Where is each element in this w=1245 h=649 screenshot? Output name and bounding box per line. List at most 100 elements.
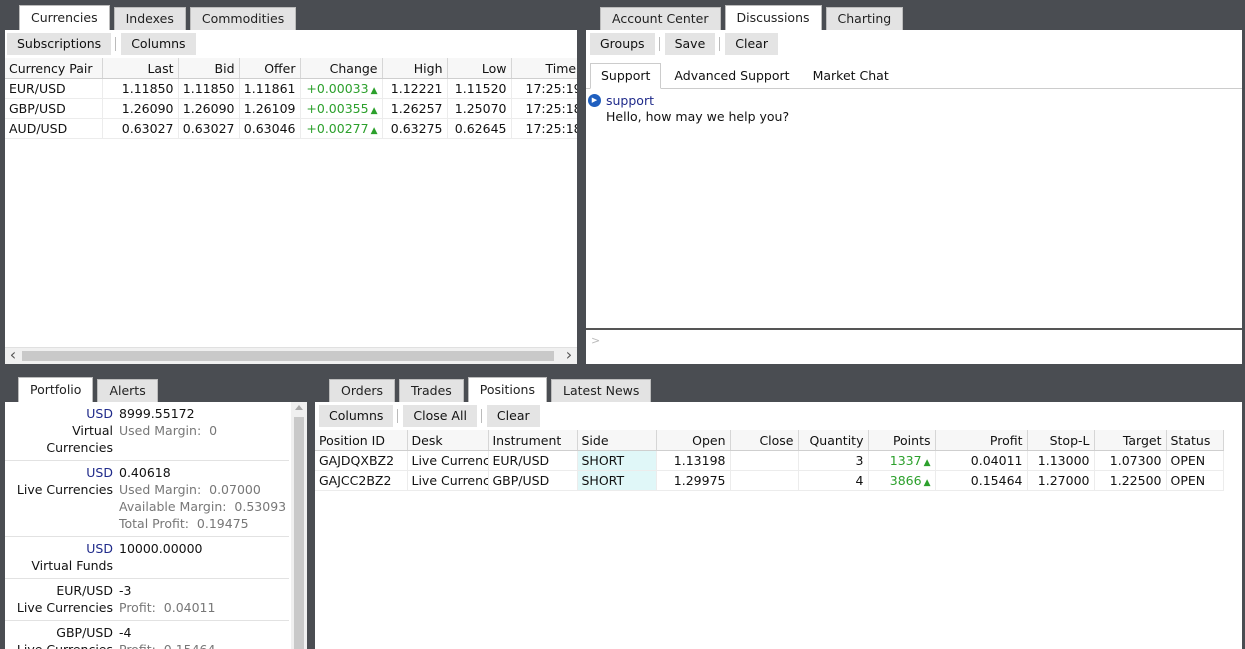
tab-charting[interactable]: Charting [825,7,904,30]
currencies-table: Currency Pair Last Bid Offer Change High… [5,58,577,139]
entry-values: 10000.00000 [119,540,203,574]
col-profit[interactable]: Profit [935,430,1028,451]
scroll-up-icon[interactable] [295,405,303,410]
portfolio-body: USD Virtual Currencies 8999.55172 Used M… [5,402,307,649]
col-close[interactable]: Close [730,430,799,451]
table-row[interactable]: EUR/USD 1.11850 1.11850 1.11861 +0.00033… [5,78,577,99]
discussion-subtabs: Support Advanced Support Market Chat [586,58,1242,89]
groups-button[interactable]: Groups [590,33,655,55]
tab-alerts[interactable]: Alerts [97,379,158,402]
table-row[interactable]: GBP/USD 1.26090 1.26090 1.26109 +0.00355… [5,98,577,119]
cell-desk: Live Currencies [407,470,489,491]
cell-change: +0.00355 ▲ [300,98,383,119]
col-high[interactable]: High [382,58,448,79]
entry-labels: EUR/USD Live Currencies [5,582,119,616]
col-stop-loss[interactable]: Stop-L [1027,430,1095,451]
tab-latest-news[interactable]: Latest News [550,379,652,402]
save-button[interactable]: Save [664,33,716,55]
entry-values: 8999.55172 Used Margin: 0 [119,405,217,456]
cell-time: 17:25:18 [511,118,577,139]
cell-offer: 1.26109 [239,98,301,119]
cell-low: 1.11520 [447,78,512,99]
col-low[interactable]: Low [447,58,512,79]
entry-values: 0.40618 Used Margin: 0.07000 Available M… [119,464,286,532]
cell-open: 1.29975 [656,470,731,491]
list-item[interactable]: USD Virtual Currencies 8999.55172 Used M… [5,402,289,461]
col-position-id[interactable]: Position ID [315,430,408,451]
col-open[interactable]: Open [656,430,731,451]
tab-currencies[interactable]: Currencies [19,5,110,30]
portfolio-list: USD Virtual Currencies 8999.55172 Used M… [5,402,289,649]
currencies-body: Subscriptions Columns Currency Pair Last… [5,30,577,364]
scrollbar-thumb[interactable] [294,417,304,649]
entry-value: 8999.55172 [119,406,195,421]
col-change[interactable]: Change [300,58,383,79]
tab-trades[interactable]: Trades [399,379,464,402]
positions-body: Columns Close All Clear Position ID Desk… [315,402,1242,649]
tab-indexes[interactable]: Indexes [113,7,186,30]
tab-discussions[interactable]: Discussions [724,5,822,30]
col-side[interactable]: Side [577,430,657,451]
col-instrument[interactable]: Instrument [488,430,578,451]
col-bid[interactable]: Bid [178,58,240,79]
entry-labels: USD Live Currencies [5,464,119,532]
entry-instrument: GBP/USD [56,625,113,640]
col-currency-pair[interactable]: Currency Pair [5,58,103,79]
col-offer[interactable]: Offer [239,58,301,79]
tab-positions[interactable]: Positions [467,377,547,402]
col-status[interactable]: Status [1166,430,1224,451]
scroll-left-icon[interactable]: ‹ [7,347,19,363]
entry-currency: USD [86,406,113,421]
cell-close [730,470,799,491]
cell-last: 1.26090 [102,98,179,119]
table-row[interactable]: GAJCC2BZ2 Live Currencies GBP/USD SHORT … [315,470,1224,491]
tab-orders[interactable]: Orders [329,379,396,402]
clear-button[interactable]: Clear [725,33,778,55]
message-header: ▶ support [588,93,1242,108]
cell-pair: EUR/USD [5,78,103,99]
columns-button[interactable]: Columns [319,405,394,427]
cell-last: 0.63027 [102,118,179,139]
close-all-button[interactable]: Close All [403,405,477,427]
tab-market-chat[interactable]: Market Chat [803,64,899,88]
list-item[interactable]: EUR/USD Live Currencies -3 Profit: 0.040… [5,579,289,621]
table-row[interactable]: GAJDQXBZ2 Live Currencies EUR/USD SHORT … [315,450,1224,471]
columns-button[interactable]: Columns [121,33,196,55]
message-sender[interactable]: support [606,93,654,108]
list-item[interactable]: USD Virtual Funds 10000.00000 [5,537,289,579]
entry-detail: Profit: 0.04011 [119,600,216,615]
subscriptions-button[interactable]: Subscriptions [7,33,112,55]
entry-desk: Live Currencies [16,600,113,615]
tab-portfolio[interactable]: Portfolio [18,377,94,402]
up-arrow-icon: ▲ [370,126,378,136]
col-quantity[interactable]: Quantity [798,430,869,451]
col-time[interactable]: Time [511,58,577,79]
list-item[interactable]: USD Live Currencies 0.40618 Used Margin:… [5,461,289,537]
clear-button[interactable]: Clear [486,405,540,427]
vertical-scrollbar[interactable] [291,402,307,649]
cell-change: +0.00277 ▲ [300,118,383,139]
tab-advanced-support[interactable]: Advanced Support [664,64,799,88]
tab-support[interactable]: Support [590,63,662,89]
tab-commodities[interactable]: Commodities [189,7,297,30]
scroll-right-icon[interactable]: › [563,347,575,363]
entry-desk: Live Currencies [16,482,113,497]
cell-quantity: 3 [798,450,869,471]
discussions-tabbar: Account Center Discussions Charting [586,5,1242,30]
col-desk[interactable]: Desk [407,430,489,451]
change-value: +0.00355 [306,101,369,116]
horizontal-scrollbar[interactable]: ‹ › [5,347,577,364]
col-points[interactable]: Points [868,430,936,451]
entry-values: -4 Profit: 0.15464 [119,624,215,649]
entry-desk: Virtual Funds [31,558,113,573]
col-last[interactable]: Last [102,58,179,79]
entry-detail: Used Margin: 0.07000 [119,482,261,497]
list-item[interactable]: GBP/USD Live Currencies -4 Profit: 0.154… [5,621,289,649]
entry-detail: Available Margin: 0.53093 [119,499,287,514]
cell-instrument: EUR/USD [488,450,578,471]
chat-input[interactable]: > [586,328,1242,364]
table-row[interactable]: AUD/USD 0.63027 0.63027 0.63046 +0.00277… [5,118,577,139]
col-target[interactable]: Target [1094,430,1167,451]
tab-account-center[interactable]: Account Center [600,7,721,30]
scrollbar-thumb[interactable] [22,351,554,361]
